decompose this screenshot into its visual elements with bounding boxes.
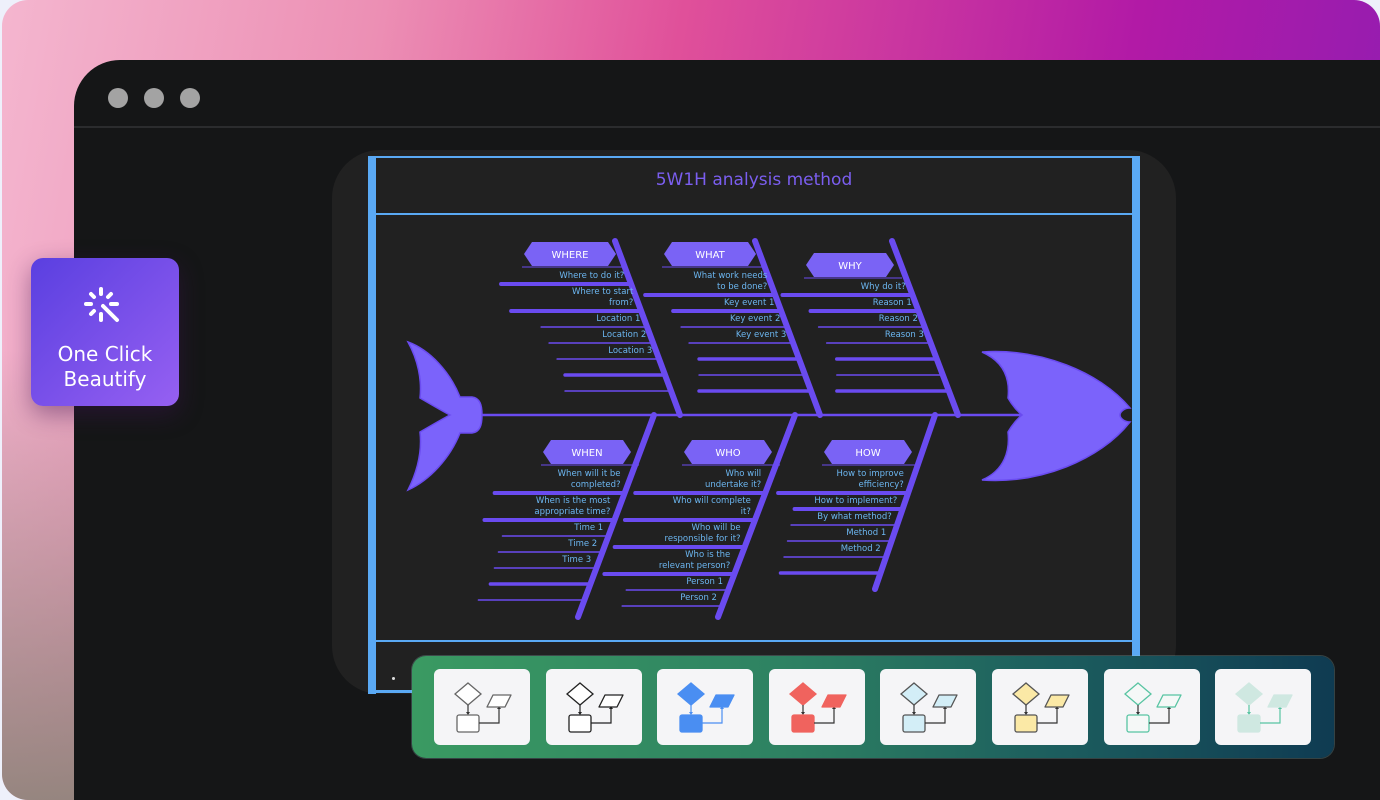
cause-item[interactable]: Who is the [685,550,730,560]
category-label: WHY [838,261,862,272]
one-click-beautify-button[interactable]: One Click Beautify [31,258,179,406]
cause-item[interactable]: Location 2 [602,330,646,340]
cause-item-continued[interactable]: efficiency? [858,480,903,490]
cause-item[interactable]: Location 1 [596,314,640,324]
flowchart-preview-icon [453,682,512,733]
cause-item-continued[interactable]: completed? [571,480,621,490]
flowchart-preview-icon [1011,682,1070,733]
cause-item[interactable]: Who will [725,469,761,479]
flowchart-preview-icon [1123,682,1182,733]
cause-item-continued[interactable]: from? [609,298,633,308]
flowchart-preview-icon [565,682,624,733]
theme-option-solid-red[interactable] [768,669,865,745]
category-bone [889,238,961,418]
cause-item[interactable]: Reason 2 [879,314,918,324]
cause-item[interactable]: Person 2 [680,593,717,603]
cause-item[interactable]: Method 2 [841,544,881,554]
cause-item-continued[interactable]: it? [741,507,751,517]
category-label: WHO [715,448,740,459]
cause-item[interactable]: Key event 1 [724,298,774,308]
cause-item-continued[interactable]: relevant person? [659,561,730,571]
cause-item[interactable]: Location 3 [608,346,652,356]
cause-item[interactable]: By what method? [817,512,891,522]
cause-item[interactable]: Key event 3 [736,330,786,340]
cause-item[interactable]: Person 1 [686,577,723,587]
cause-item[interactable]: Time 2 [567,539,597,549]
cause-item[interactable]: Where to do it? [559,271,624,281]
theme-style-bar [412,656,1334,758]
cause-item[interactable]: Time 1 [573,523,603,533]
category-label: WHAT [695,250,725,261]
category-label: WHEN [571,448,602,459]
theme-option-solid-blue[interactable] [657,669,754,745]
theme-option-light-cyan[interactable] [880,669,977,745]
flowchart-preview-icon [788,682,847,733]
category-label: HOW [855,448,880,459]
theme-option-outline-black[interactable] [545,669,642,745]
cause-item[interactable]: Where to start [572,287,634,297]
theme-option-mint-outline[interactable] [1103,669,1200,745]
beautify-label: One Click Beautify [31,342,179,392]
cause-item[interactable]: When will it be [558,469,621,479]
cause-item[interactable]: Time 3 [561,555,591,565]
category-label: WHERE [552,250,589,261]
flowchart-preview-icon [900,682,959,733]
cause-item[interactable]: Who will be [692,523,741,533]
cause-item[interactable]: What work needs [693,271,768,281]
cause-item[interactable]: Reason 1 [873,298,912,308]
flowchart-preview-icon [1235,682,1293,733]
cause-item-continued[interactable]: to be done? [717,282,767,292]
beautify-label-line2: Beautify [63,367,147,391]
cause-item[interactable]: How to improve [837,469,904,479]
theme-option-light-yellow[interactable] [992,669,1088,745]
cause-item[interactable]: Method 1 [846,528,886,538]
cause-item[interactable]: Why do it? [861,282,906,292]
theme-option-mint-soft[interactable] [1215,669,1312,745]
cause-item[interactable]: How to implement? [814,496,897,506]
cause-item[interactable]: When is the most [536,496,611,506]
sparkle-wand-icon [84,287,119,322]
cause-item[interactable]: Who will complete [673,496,751,506]
cause-item-continued[interactable]: undertake it? [705,480,761,490]
cause-item[interactable]: Key event 2 [730,314,780,324]
beautify-label-line1: One Click [57,342,153,366]
cause-item-continued[interactable]: responsible for it? [665,534,741,544]
flowchart-preview-icon [677,682,735,733]
cause-item[interactable]: Reason 3 [885,330,924,340]
theme-option-outline-gray[interactable] [434,669,530,745]
fish-tail [406,340,483,492]
cause-item-continued[interactable]: appropriate time? [534,507,610,517]
